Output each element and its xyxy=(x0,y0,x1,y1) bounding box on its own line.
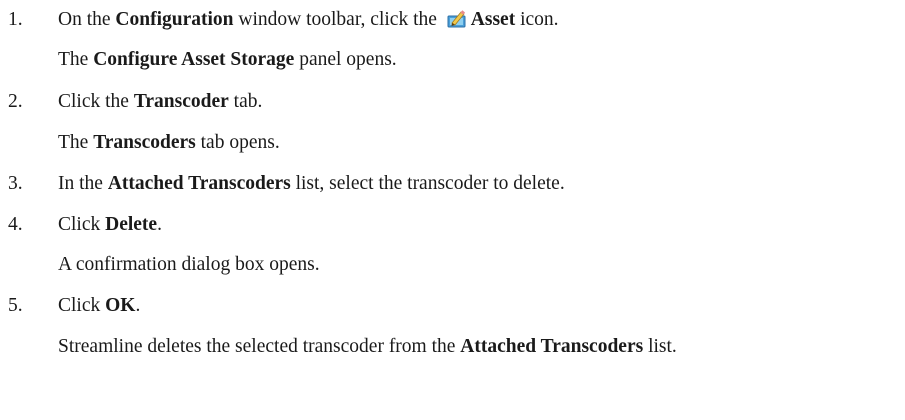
step-text: Click the Transcoder tab. xyxy=(58,91,263,112)
ui-label-ok: OK xyxy=(105,295,136,316)
step-number: 2. xyxy=(8,91,23,112)
ui-label-delete: Delete xyxy=(105,214,158,235)
step-text: In the Attached Transcoders list, select… xyxy=(58,173,565,194)
step-number: 4. xyxy=(8,214,23,235)
ui-label-configuration: Configuration xyxy=(115,9,234,30)
ui-label-attached-transcoders: Attached Transcoders xyxy=(460,336,644,357)
ui-label-transcoder: Transcoder xyxy=(133,91,229,112)
ui-label-configure-asset-storage: Configure Asset Storage xyxy=(93,49,295,70)
step-text: Click Delete. xyxy=(58,214,162,235)
ui-label-transcoders: Transcoders xyxy=(93,132,196,153)
step-text: On the Configuration window toolbar, cli… xyxy=(58,9,559,30)
step-number: 1. xyxy=(8,9,23,30)
asset-icon xyxy=(446,9,468,29)
step-text: Click OK. xyxy=(58,295,141,316)
step-number: 5. xyxy=(8,295,23,316)
step-number: 3. xyxy=(8,173,23,194)
ui-label-asset: Asset xyxy=(470,9,516,30)
ui-label-attached-transcoders: Attached Transcoders xyxy=(107,173,291,194)
